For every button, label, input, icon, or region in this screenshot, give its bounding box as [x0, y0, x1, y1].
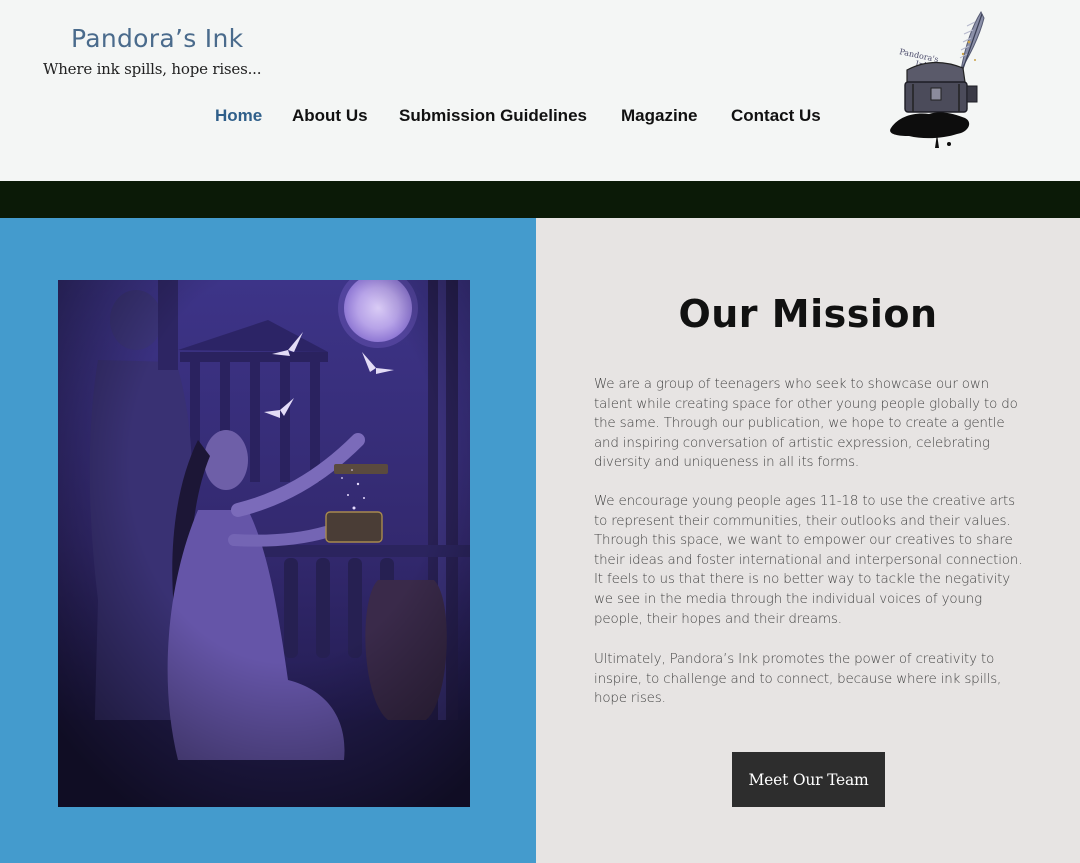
- site-tagline: Where ink spills, hope rises...: [43, 60, 262, 78]
- ink-treasure-chest-logo[interactable]: Pandora's Ink: [885, 8, 1003, 152]
- site-header: Pandora’s Ink Where ink spills, hope ris…: [0, 0, 1080, 181]
- meet-our-team-button[interactable]: Meet Our Team: [732, 752, 885, 807]
- mission-paragraph-1: We are a group of teenagers who seek to …: [594, 377, 1018, 471]
- mission-paragraph-3: Ultimately, Pandora’s Ink promotes the p…: [594, 652, 1002, 707]
- nav-item-magazine[interactable]: Magazine: [621, 106, 698, 126]
- mission-image-panel: [0, 218, 536, 863]
- nav-item-about-us[interactable]: About Us: [292, 106, 368, 126]
- mission-title: Our Mission: [678, 292, 938, 336]
- nav-item-home[interactable]: Home: [215, 106, 262, 126]
- site-title[interactable]: Pandora’s Ink: [71, 24, 243, 53]
- header-divider-band: [0, 181, 1080, 218]
- mission-section: Our Mission We are a group of teenagers …: [536, 218, 1080, 863]
- nav-item-contact-us[interactable]: Contact Us: [731, 106, 821, 126]
- pandora-artwork-image: [58, 280, 470, 807]
- nav-item-submission-guidelines[interactable]: Submission Guidelines: [399, 106, 587, 126]
- mission-paragraph-2: We encourage young people ages 11-18 to …: [594, 494, 1023, 627]
